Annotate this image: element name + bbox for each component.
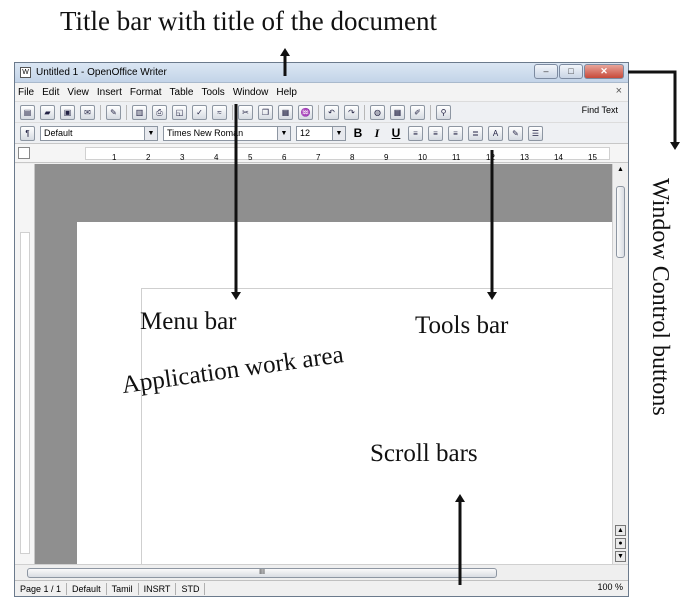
window-controls-arrow [628,70,680,150]
tools-bar-caption: Tools bar [415,312,509,339]
scroll-bars-caption: Scroll bars [370,440,478,467]
menu-bar-caption: Menu bar [140,308,237,335]
callout-arrows [231,48,680,585]
